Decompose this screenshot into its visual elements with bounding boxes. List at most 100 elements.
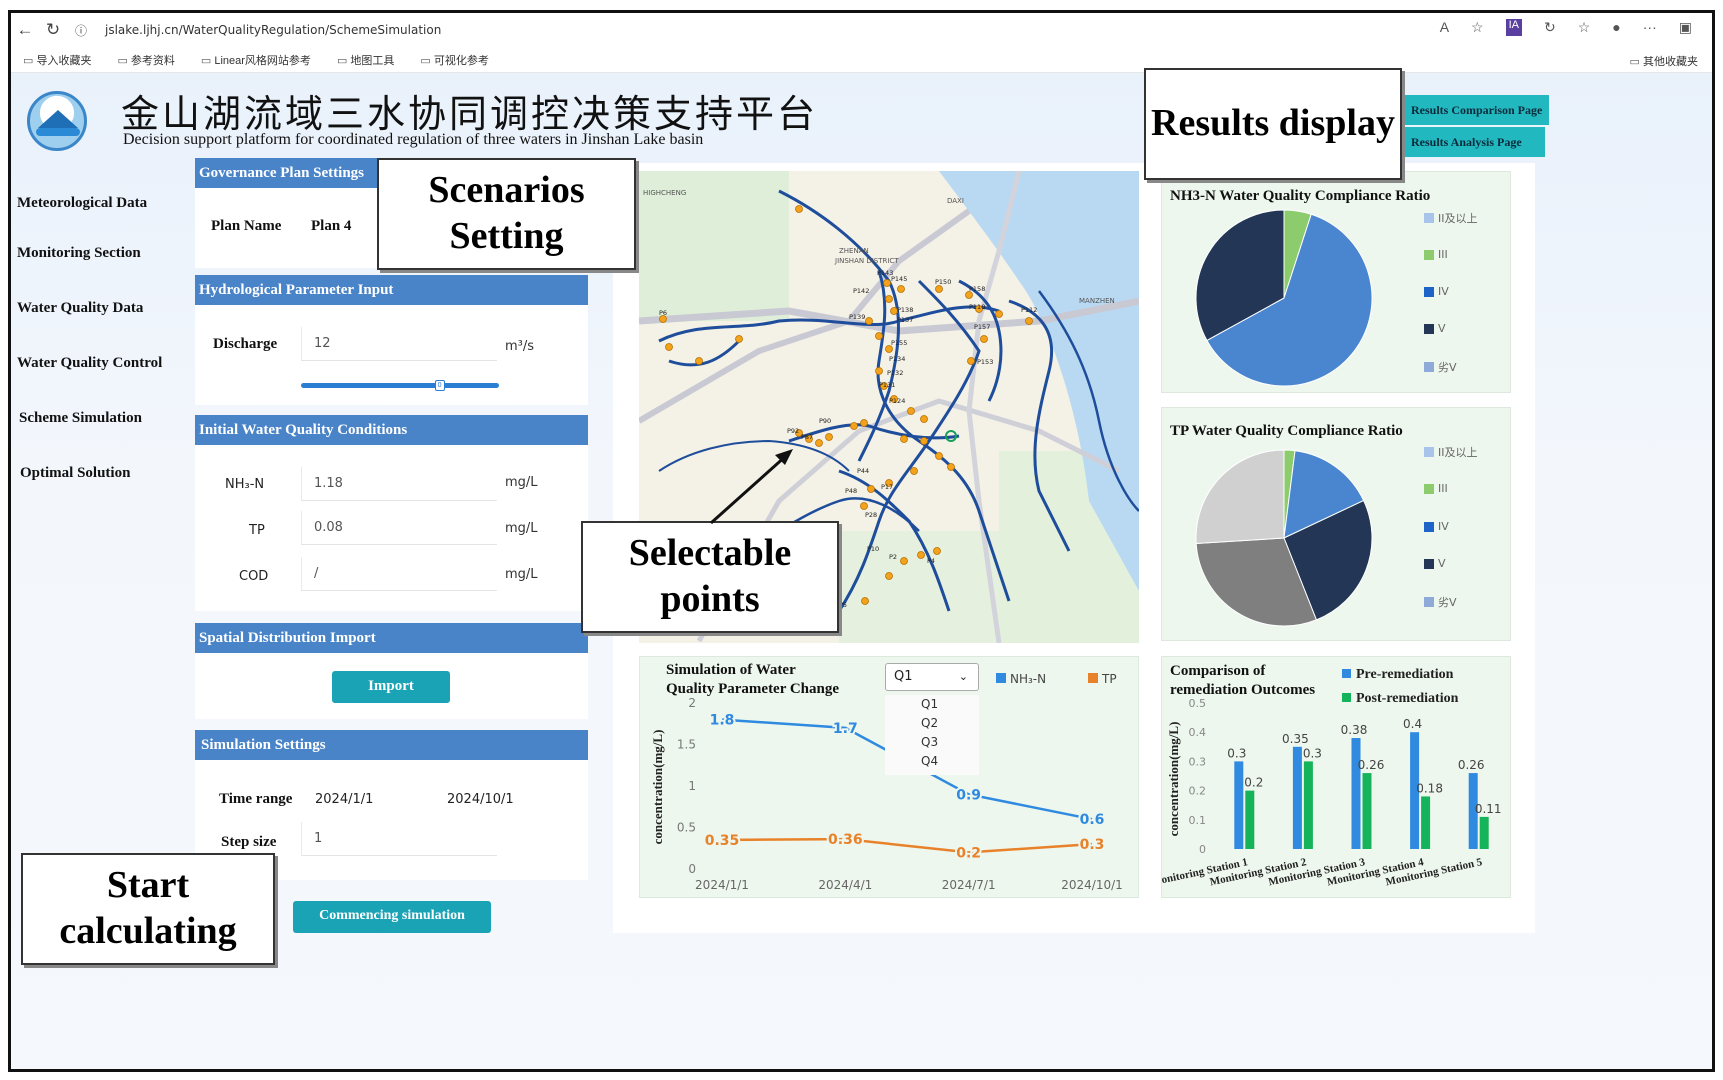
sample-point[interactable] xyxy=(920,415,928,423)
sidebar-item-scheme-simulation[interactable]: Scheme Simulation xyxy=(17,408,192,463)
site-info-icon[interactable]: ⓘ xyxy=(67,22,95,39)
bookmark-other[interactable]: 其他收藏夹 xyxy=(1630,53,1698,69)
sample-point[interactable] xyxy=(860,502,868,510)
bookmark-item[interactable]: 参考资料 xyxy=(117,52,175,68)
map-green-area xyxy=(839,531,999,643)
sample-point[interactable] xyxy=(900,435,908,443)
sidebar-item-water-quality-data[interactable]: Water Quality Data xyxy=(17,298,192,353)
sample-point[interactable] xyxy=(850,422,858,430)
sample-point[interactable] xyxy=(875,332,883,340)
sample-point[interactable] xyxy=(933,547,941,555)
tab-results-comparison[interactable]: Results Comparison Page xyxy=(1403,95,1549,125)
profile-avatar-icon[interactable]: ● xyxy=(1612,19,1620,36)
sample-point[interactable] xyxy=(815,439,823,447)
callout-start-calculating: Start calculating xyxy=(21,853,275,965)
bookmark-item[interactable]: Linear风格网站参考 xyxy=(201,52,311,68)
point-label: P145 xyxy=(891,275,907,283)
bookmark-item[interactable]: 导入收藏夹 xyxy=(23,52,91,68)
y-tick-label: 0.5 xyxy=(1189,697,1207,710)
sample-point[interactable] xyxy=(897,285,905,293)
sample-point[interactable] xyxy=(1025,317,1033,325)
sample-point[interactable] xyxy=(860,419,868,427)
read-aloud-icon[interactable]: A xyxy=(1440,19,1449,36)
sample-point[interactable] xyxy=(980,335,988,343)
series-line xyxy=(721,837,1093,854)
bar xyxy=(1479,816,1489,849)
point-label: P110 xyxy=(969,303,985,311)
cod-input[interactable]: / xyxy=(301,557,497,591)
dropdown-option[interactable]: Q3 xyxy=(885,733,979,752)
reload-icon[interactable]: ↻ xyxy=(39,20,67,40)
platform-logo xyxy=(27,91,87,151)
sample-point[interactable] xyxy=(947,463,955,471)
legend-item: II及以上 xyxy=(1424,444,1478,460)
more-menu-icon[interactable]: ··· xyxy=(1643,19,1657,36)
sample-point[interactable] xyxy=(885,572,893,580)
sample-point[interactable] xyxy=(967,357,975,365)
point-label: P112 xyxy=(1021,306,1037,314)
sidebar-item-meteorological-data[interactable]: Meteorological Data xyxy=(17,193,192,243)
plan-name-value[interactable]: Plan 4 xyxy=(311,218,351,235)
sidebar-item-optimal-solution[interactable]: Optimal Solution xyxy=(17,463,192,518)
sample-point[interactable] xyxy=(935,452,943,460)
time-end-value[interactable]: 2024/10/1 xyxy=(447,792,514,807)
step-size-input[interactable]: 1 xyxy=(301,822,497,856)
sidebar-item-monitoring-section[interactable]: Monitoring Section xyxy=(17,243,192,298)
sample-point[interactable] xyxy=(910,467,918,475)
sample-point[interactable] xyxy=(665,343,673,351)
dropdown-option[interactable]: Q2 xyxy=(885,714,979,733)
commencing-simulation-button[interactable]: Commencing simulation xyxy=(293,901,491,933)
time-start-value[interactable]: 2024/1/1 xyxy=(315,792,373,807)
sample-point[interactable] xyxy=(917,551,925,559)
slider-knob[interactable]: 0 xyxy=(434,380,445,391)
back-icon[interactable]: ← xyxy=(11,20,39,40)
legend-label: V xyxy=(1438,557,1446,570)
bar xyxy=(1303,761,1313,849)
sidebar-item-water-quality-control[interactable]: Water Quality Control xyxy=(17,353,192,408)
sample-point[interactable] xyxy=(795,205,803,213)
tp-input[interactable]: 0.08 xyxy=(301,511,497,545)
sample-point[interactable] xyxy=(695,357,703,365)
sample-point[interactable] xyxy=(920,437,928,445)
simulation-panel-header: Simulation Settings xyxy=(195,730,588,760)
sample-point[interactable] xyxy=(883,279,891,287)
sample-point[interactable] xyxy=(995,310,1003,318)
sample-point[interactable] xyxy=(861,597,869,605)
point-label: P134 xyxy=(889,355,905,363)
tab-results-analysis[interactable]: Results Analysis Page xyxy=(1403,127,1545,157)
favorite-star-icon[interactable]: ☆ xyxy=(1471,19,1484,36)
nh3n-input[interactable]: 1.18 xyxy=(301,467,497,501)
sample-point[interactable] xyxy=(900,557,908,565)
quarter-select[interactable]: Q1 ⌄ xyxy=(885,663,979,691)
collections-icon[interactable]: ☆ xyxy=(1578,19,1591,36)
sample-point[interactable] xyxy=(735,335,743,343)
bookmark-item[interactable]: 地图工具 xyxy=(337,52,394,68)
legend-swatch xyxy=(1424,521,1434,532)
import-button[interactable]: Import xyxy=(332,671,450,703)
sample-point[interactable] xyxy=(935,285,943,293)
nh3n-label: NH₃-N xyxy=(225,477,265,492)
discharge-input[interactable]: 12 xyxy=(301,327,497,361)
dropdown-option[interactable]: Q4 xyxy=(885,752,979,771)
chevron-down-icon[interactable]: ⌄ xyxy=(959,664,968,690)
sample-point[interactable] xyxy=(885,295,893,303)
point-label: P124 xyxy=(889,397,905,405)
refresh-extension-icon[interactable]: ↻ xyxy=(1544,19,1556,36)
data-label: 0.36 xyxy=(828,832,863,848)
sample-point[interactable] xyxy=(825,433,833,441)
extension-icon[interactable]: IA xyxy=(1505,19,1522,36)
sidebar-toggle-icon[interactable]: ▣ xyxy=(1679,19,1692,36)
sample-point[interactable] xyxy=(865,317,873,325)
sample-point[interactable] xyxy=(907,407,915,415)
data-label: 0.2 xyxy=(1244,776,1263,790)
sample-point[interactable] xyxy=(875,367,883,375)
dropdown-option[interactable]: Q1 xyxy=(885,695,979,714)
discharge-slider[interactable]: 0 xyxy=(301,380,499,391)
sample-point[interactable] xyxy=(867,485,875,493)
initial-wq-panel: Initial Water Quality Conditions NH₃-N 1… xyxy=(195,415,588,611)
bookmark-item[interactable]: 可视化参考 xyxy=(420,52,489,68)
url-text[interactable]: jslake.ljhj.cn/WaterQualityRegulation/Sc… xyxy=(105,23,441,37)
tp-pie-chart xyxy=(1195,449,1373,627)
data-label: 0.3 xyxy=(1080,837,1105,853)
data-label: 0.3 xyxy=(1227,746,1246,760)
